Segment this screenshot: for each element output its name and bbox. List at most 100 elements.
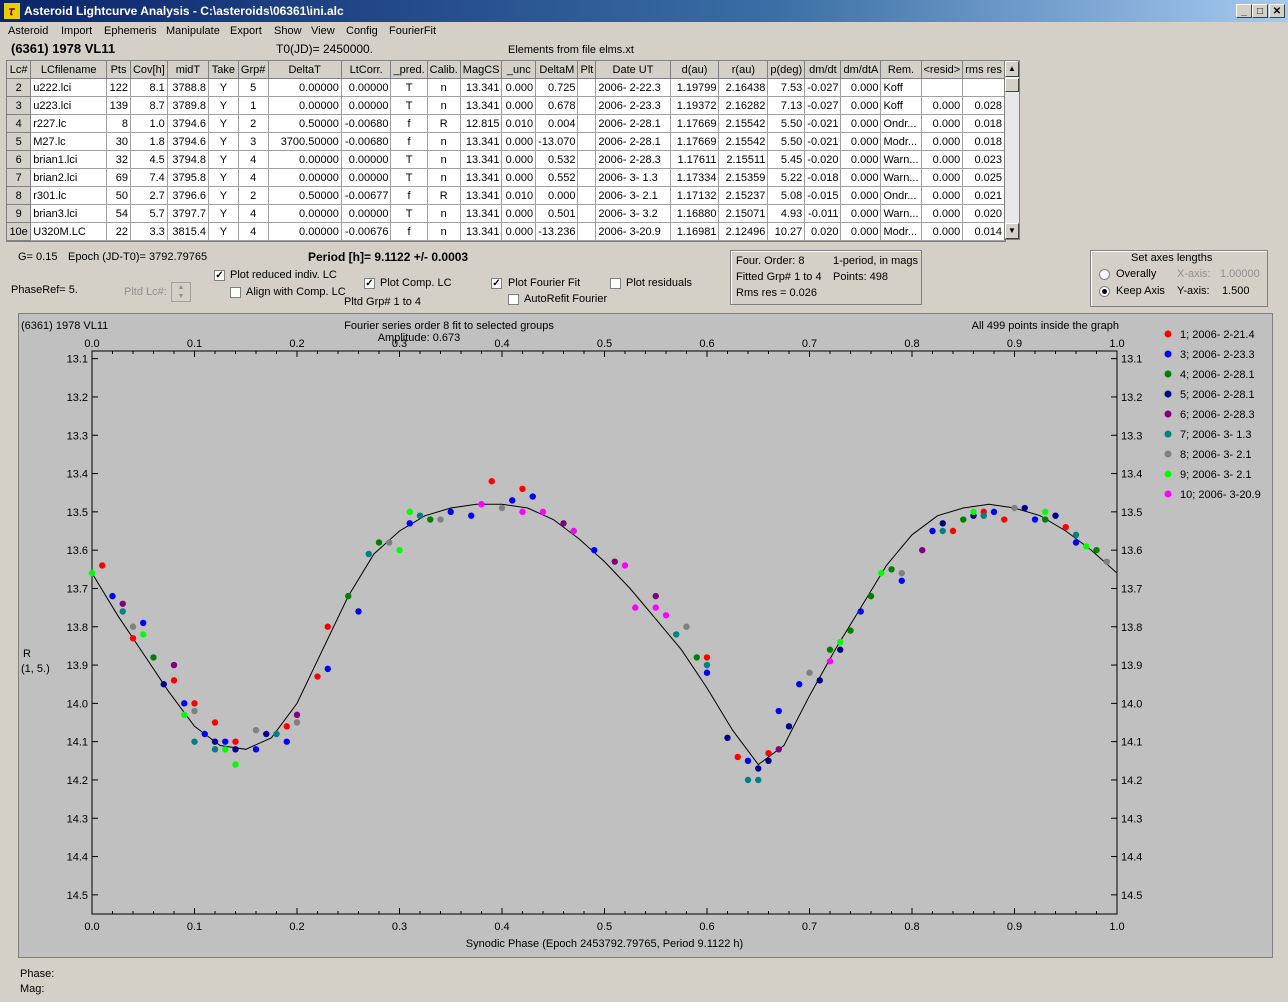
table-cell[interactable]: 0.000 xyxy=(501,132,537,151)
table-cell[interactable]: 5.50 xyxy=(767,132,806,151)
table-cell[interactable] xyxy=(577,222,597,241)
overally-radio[interactable] xyxy=(1099,269,1110,280)
plot-reduced-checkbox[interactable]: ✓ xyxy=(214,270,225,281)
menu-import[interactable]: Import xyxy=(61,25,92,37)
table-cell[interactable]: 13.341 xyxy=(460,204,503,223)
table-cell[interactable]: 8.7 xyxy=(130,96,168,115)
table-cell[interactable]: -0.015 xyxy=(804,186,842,205)
column-header[interactable]: Lc# xyxy=(7,61,32,79)
column-header[interactable]: Cov[h] xyxy=(130,61,168,79)
table-cell[interactable]: Koff xyxy=(880,96,922,115)
table-cell[interactable]: -0.011 xyxy=(804,204,842,223)
table-cell[interactable]: n xyxy=(427,78,461,97)
table-cell[interactable] xyxy=(962,78,1005,97)
column-header[interactable]: midT xyxy=(167,61,210,79)
table-cell[interactable]: 3789.8 xyxy=(167,96,210,115)
table-cell[interactable]: 2.15542 xyxy=(718,132,769,151)
plot-comp-checkbox[interactable]: ✓ xyxy=(364,278,375,289)
table-cell[interactable]: -0.00680 xyxy=(341,114,392,133)
table-cell[interactable]: 10.27 xyxy=(767,222,806,241)
column-header[interactable]: Calib. xyxy=(427,61,461,79)
table-row[interactable]: 3 u223.lci 139 8.7 3789.8 Y 1 0.00000 0.00000 Tn 1… xyxy=(7,96,1005,115)
column-header[interactable]: _pred. xyxy=(390,61,428,79)
table-cell[interactable]: 3815.4 xyxy=(167,222,210,241)
table-cell[interactable]: 0.00000 xyxy=(268,222,342,241)
table-row[interactable]: 6 brian1.lci 32 4.5 3794.8 Y 4 0.00000 0.00000 Tn… xyxy=(7,150,1005,169)
table-cell[interactable]: 139 xyxy=(106,96,131,115)
table-cell[interactable]: -0.00677 xyxy=(341,186,392,205)
table-cell[interactable]: 0.000 xyxy=(921,150,964,169)
table-row[interactable]: 7 brian2.lci 69 7.4 3795.8 Y 4 0.00000 0.00000 Tn… xyxy=(7,168,1005,187)
close-button[interactable]: ✕ xyxy=(1269,4,1285,18)
table-cell[interactable]: Warn... xyxy=(880,168,922,187)
table-cell[interactable]: 3788.8 xyxy=(167,78,210,97)
table-cell[interactable]: Warn... xyxy=(880,150,922,169)
table-cell[interactable]: Y xyxy=(208,78,239,97)
table-cell[interactable]: 5.22 xyxy=(767,168,806,187)
table-row[interactable]: 9 brian3.lci 54 5.7 3797.7 Y 4 0.00000 0.00000 Tn… xyxy=(7,204,1005,223)
table-cell[interactable]: U320M.LC xyxy=(30,222,108,241)
table-cell[interactable]: Y xyxy=(208,132,239,151)
table-row[interactable]: 5 M27.lc 30 1.8 3794.6 Y 3 3700.50000 -0.00680 f n… xyxy=(7,132,1005,151)
table-cell[interactable]: 0.000 xyxy=(501,150,537,169)
table-cell[interactable]: 0.000 xyxy=(501,168,537,187)
table-cell[interactable]: T xyxy=(390,150,428,169)
table-cell[interactable]: Y xyxy=(208,204,239,223)
column-header[interactable]: Rem. xyxy=(880,61,922,79)
table-cell[interactable]: 0.010 xyxy=(501,114,537,133)
table-cell[interactable]: 8.1 xyxy=(130,78,168,97)
table-cell[interactable]: 0.020 xyxy=(804,222,842,241)
pltd-lc-spinner[interactable]: ▲ ▼ xyxy=(171,282,191,302)
table-cell[interactable]: brian3.lci xyxy=(30,204,108,223)
menu-config[interactable]: Config xyxy=(346,25,378,37)
table-cell[interactable]: 1 xyxy=(238,96,269,115)
column-header[interactable]: _unc xyxy=(501,61,537,79)
table-cell[interactable]: 0.00000 xyxy=(341,150,392,169)
scroll-up-button[interactable]: ▲ xyxy=(1005,61,1019,77)
table-cell[interactable]: 13.341 xyxy=(460,168,503,187)
row-header[interactable]: 10e xyxy=(7,222,32,241)
table-scrollbar[interactable]: ▲ ▼ xyxy=(1004,60,1020,240)
table-cell[interactable]: -0.021 xyxy=(804,114,842,133)
table-cell[interactable]: 0.000 xyxy=(501,222,537,241)
column-header[interactable]: DeltaM xyxy=(535,61,579,79)
table-cell[interactable]: Y xyxy=(208,186,239,205)
table-cell[interactable]: 2006- 2-23.3 xyxy=(595,96,671,115)
keep-axis-radio[interactable] xyxy=(1099,286,1110,297)
table-cell[interactable]: M27.lc xyxy=(30,132,108,151)
menu-show[interactable]: Show xyxy=(274,25,302,37)
table-cell[interactable]: 3.3 xyxy=(130,222,168,241)
table-cell[interactable]: 0.000 xyxy=(840,150,882,169)
table-cell[interactable]: 2006- 2-22.3 xyxy=(595,78,671,97)
y-axis-value[interactable]: 1.500 xyxy=(1222,285,1250,297)
table-cell[interactable]: 1.16880 xyxy=(670,204,720,223)
table-cell[interactable] xyxy=(577,78,597,97)
table-cell[interactable]: 2 xyxy=(238,114,269,133)
table-cell[interactable] xyxy=(577,186,597,205)
table-row[interactable]: 8 r301.lc 50 2.7 3796.6 Y 2 0.50000 -0.00677 f R 13… xyxy=(7,186,1005,205)
column-header[interactable]: Pts xyxy=(106,61,131,79)
table-cell[interactable]: 1.17611 xyxy=(670,150,720,169)
table-cell[interactable]: 0.000 xyxy=(921,186,964,205)
table-cell[interactable]: -13.070 xyxy=(535,132,579,151)
scroll-thumb[interactable] xyxy=(1005,78,1019,92)
x-axis-value[interactable]: 1.00000 xyxy=(1220,268,1260,280)
table-cell[interactable]: 2006- 3- 3.2 xyxy=(595,204,671,223)
table-cell[interactable]: 5 xyxy=(238,78,269,97)
table-cell[interactable]: 1.19372 xyxy=(670,96,720,115)
table-cell[interactable]: 4.5 xyxy=(130,150,168,169)
table-cell[interactable]: T xyxy=(390,204,428,223)
table-cell[interactable]: -13.236 xyxy=(535,222,579,241)
table-cell[interactable]: 0.023 xyxy=(962,150,1005,169)
table-cell[interactable]: 0.000 xyxy=(921,132,964,151)
column-header[interactable]: Take xyxy=(208,61,239,79)
table-cell[interactable]: -0.00680 xyxy=(341,132,392,151)
table-cell[interactable]: 22 xyxy=(106,222,131,241)
table-cell[interactable]: 3795.8 xyxy=(167,168,210,187)
row-header[interactable]: 9 xyxy=(7,204,32,223)
menu-view[interactable]: View xyxy=(311,25,335,37)
table-cell[interactable]: 0.028 xyxy=(962,96,1005,115)
table-cell[interactable]: 12.815 xyxy=(460,114,503,133)
table-cell[interactable] xyxy=(577,168,597,187)
table-cell[interactable]: Warn... xyxy=(880,204,922,223)
